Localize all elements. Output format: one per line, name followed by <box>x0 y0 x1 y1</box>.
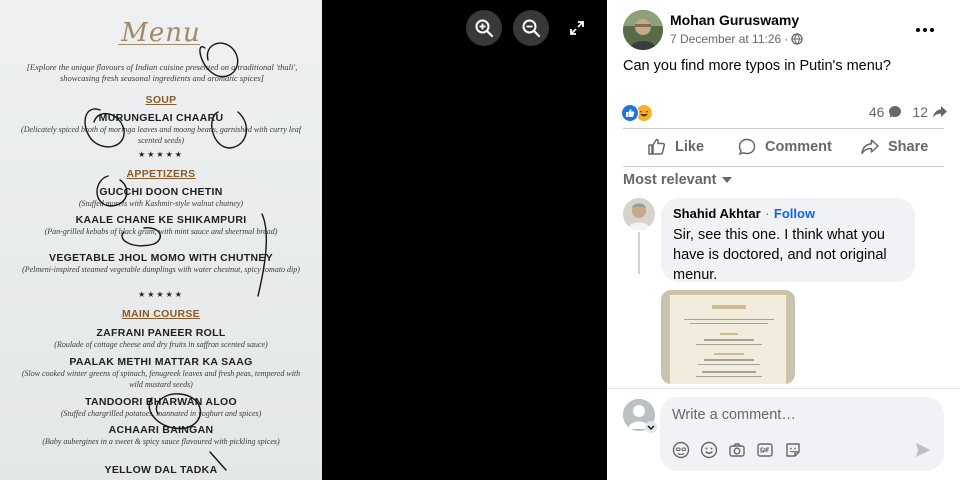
menu-dish-desc: (Stuffed chargrilled potatoes, mannated … <box>60 409 262 418</box>
menu-dish: GUCCHI DOON CHETIN <box>99 186 223 198</box>
photo-viewer: Menu [Explore the unique flavours of Ind… <box>0 0 607 480</box>
comment-sort-dropdown[interactable]: Most relevant <box>623 172 733 188</box>
menu-dish-desc: (Delicately spiced broth of moringa leav… <box>21 125 301 145</box>
menu-dish: ZAFRANI PANEER ROLL <box>96 327 226 339</box>
menu-dish-desc: (Baby aubergines in a sweet & spicy sauc… <box>42 437 280 446</box>
like-reaction-icon <box>621 104 639 122</box>
comment-label: Comment <box>765 139 832 155</box>
menu-divider-stars: ★★★★★ <box>138 290 184 299</box>
expand-icon <box>570 21 584 35</box>
menu-section-soup: SOUP <box>145 94 177 106</box>
comment-placeholder: Write a comment… <box>672 407 796 423</box>
caret-down-icon <box>722 177 733 183</box>
menu-dish: TANDOORI BHARWAN ALOO <box>85 396 237 408</box>
globe-icon <box>791 33 803 45</box>
divider <box>623 128 944 129</box>
commenter-avatar[interactable] <box>623 198 655 230</box>
divider <box>623 166 944 167</box>
comments-count[interactable]: 46 <box>869 104 885 120</box>
menu-title-underline <box>118 44 200 45</box>
post-text: Can you find more typos in Putin's menu? <box>623 58 891 74</box>
menu-dish-desc: (Pan-grilled kebabs of black gram, with … <box>44 227 278 236</box>
share-button[interactable]: Share <box>860 132 928 162</box>
comment-icon <box>738 138 756 156</box>
engagement-counts: 46 12 <box>869 104 948 120</box>
fullscreen-button[interactable] <box>559 10 595 46</box>
comment-bubble-icon <box>889 106 902 118</box>
send-comment-button[interactable] <box>914 441 932 464</box>
shares-count[interactable]: 12 <box>912 104 928 120</box>
menu-dish-desc: (Slow cooked winter greens of spinach, f… <box>21 369 301 389</box>
follow-link[interactable]: Follow <box>774 206 815 221</box>
zoom-in-icon <box>475 19 494 38</box>
post-meta: 7 December at 11:26 · <box>670 32 803 46</box>
avatar-chevron-icon[interactable] <box>645 421 657 433</box>
share-icon <box>861 139 879 155</box>
menu-dish: YELLOW DAL TADKA <box>104 464 218 476</box>
more-dots-icon <box>916 28 934 32</box>
comment-thread-line <box>638 232 640 274</box>
reaction-summary[interactable] <box>621 104 653 122</box>
send-icon <box>916 443 931 457</box>
facebook-photo-post: Menu [Explore the unique flavours of Ind… <box>0 0 960 480</box>
menu-dish: PAALAK METHI MATTAR KA SAAG <box>69 356 253 368</box>
menu-photo[interactable]: Menu [Explore the unique flavours of Ind… <box>0 0 322 480</box>
post-panel: Mohan Guruswamy 7 December at 11:26 · Ca… <box>607 0 960 480</box>
zoom-in-button[interactable] <box>466 10 502 46</box>
comment-input[interactable]: Write a comment… <box>660 397 944 471</box>
author-avatar[interactable] <box>623 10 663 50</box>
avatar-sticker-icon <box>672 441 690 459</box>
menu-dish: ACHAARI BAINGAN <box>108 424 214 436</box>
camera-icon <box>729 443 745 457</box>
gif-button[interactable] <box>756 441 774 459</box>
like-button[interactable]: Like <box>647 132 704 162</box>
share-arrow-icon <box>933 106 947 118</box>
menu-dish: KAALE CHANE KE SHIKAMPURI <box>75 214 247 226</box>
meta-separator: · <box>784 32 789 46</box>
comment-text: Sir, see this one. I think what you have… <box>673 227 887 283</box>
like-label: Like <box>675 139 705 155</box>
menu-intro: [Explore the unique flavours of Indian c… <box>26 62 298 83</box>
menu-section-appetizers: APPETIZERS <box>126 168 196 180</box>
zoom-out-icon <box>522 19 541 38</box>
zoom-out-button[interactable] <box>513 10 549 46</box>
menu-divider-stars: ★★★★★ <box>138 150 184 159</box>
menu-dish: MURUNGELAI CHAARU <box>98 112 224 124</box>
commenter-name[interactable]: Shahid Akhtar <box>673 206 761 221</box>
more-options-button[interactable] <box>907 12 943 48</box>
menu-dish: VEGETABLE JHOL MOMO WITH CHUTNEY <box>49 252 273 264</box>
commenter-photo <box>623 198 655 230</box>
sticker-icon <box>786 443 800 457</box>
comment-separator: · <box>765 206 770 221</box>
comment-composer: Write a comment… <box>607 388 960 480</box>
comment-button[interactable]: Comment <box>737 132 832 162</box>
comment-bubble: Shahid Akhtar · Follow Sir, see this one… <box>661 198 915 283</box>
comment-image-menu <box>669 294 787 384</box>
menu-dish-desc: (Pelmeni-inspired steamed vegetable dump… <box>22 265 300 274</box>
author-name[interactable]: Mohan Guruswamy <box>670 12 799 28</box>
menu-dish-desc: (Stuffed morels with Kashmir-style walnu… <box>78 199 244 208</box>
comment-attached-image[interactable] <box>661 290 795 384</box>
sort-label: Most relevant <box>623 172 717 188</box>
thumbs-up-icon <box>648 138 666 155</box>
author-photo <box>623 10 663 50</box>
menu-section-main-course: MAIN COURSE <box>122 308 200 320</box>
avatar-sticker-button[interactable] <box>672 441 690 459</box>
sticker-button[interactable] <box>784 441 802 459</box>
gif-icon <box>757 443 773 457</box>
menu-dish-desc: (Roulade of cottage cheese and dry fruit… <box>54 340 268 349</box>
emoji-button[interactable] <box>700 441 718 459</box>
post-date[interactable]: 7 December at 11:26 <box>670 32 781 46</box>
camera-button[interactable] <box>728 441 746 459</box>
share-label: Share <box>888 139 929 155</box>
emoji-icon <box>700 441 718 459</box>
